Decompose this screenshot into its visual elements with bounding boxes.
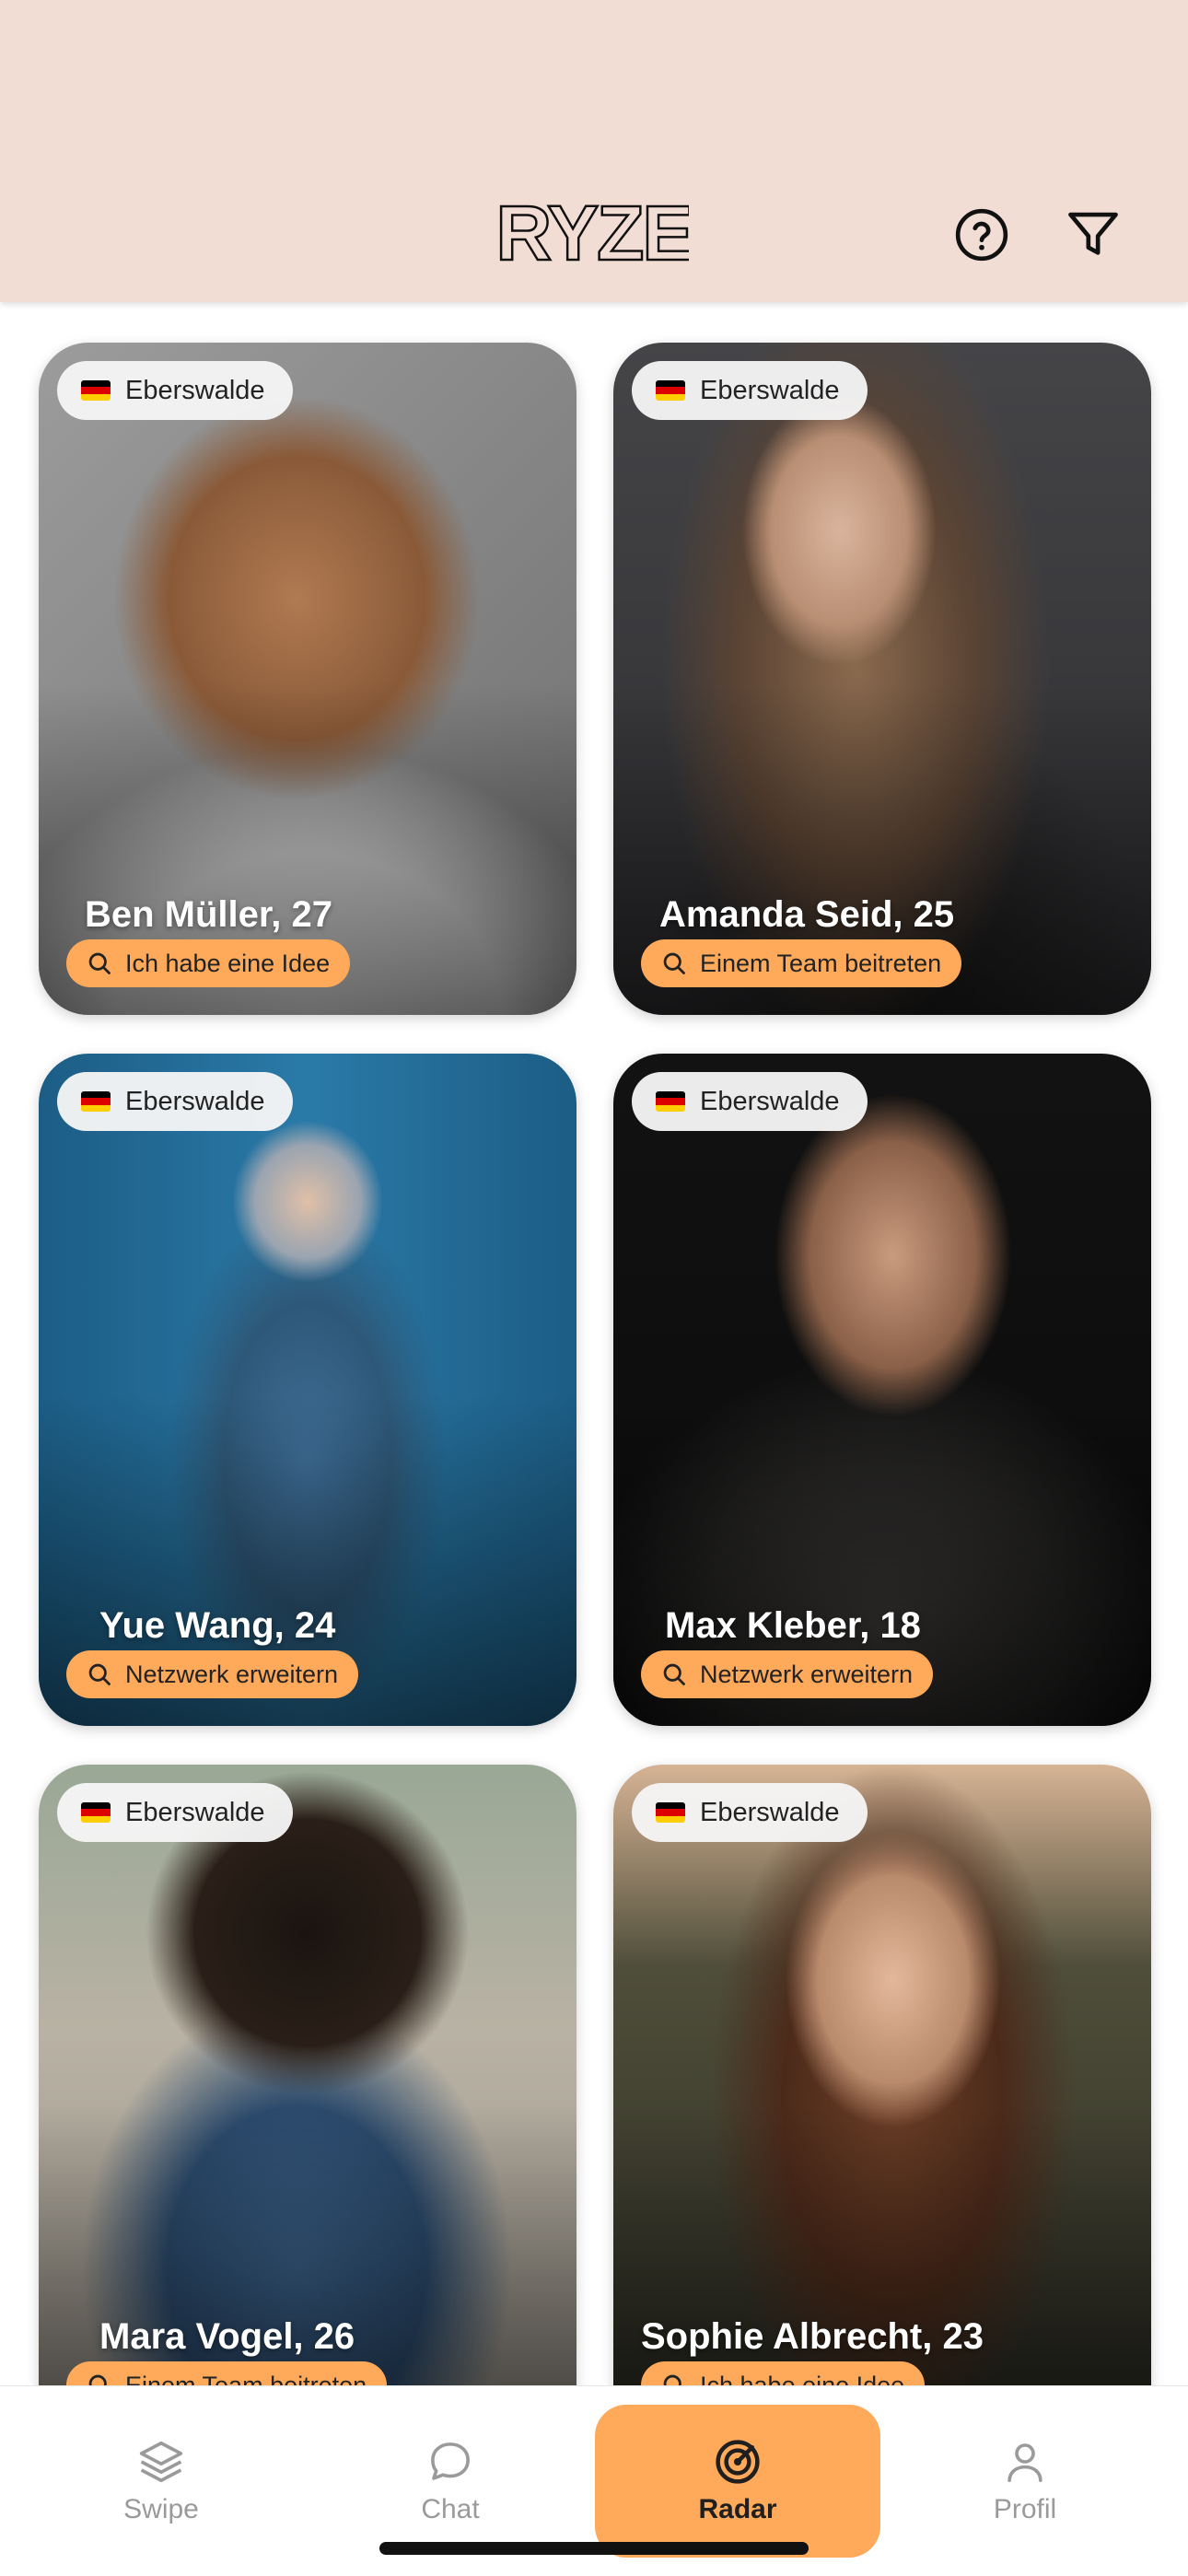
layers-icon [139,2441,183,2483]
profile-name: Ben Müller, 27 [85,894,332,935]
intent-label: Netzwerk erweitern [700,1660,914,1688]
profile-card[interactable]: Eberswalde Amanda Seid, 25 Einem Team be… [613,343,1151,1015]
help-button[interactable] [949,203,1014,267]
profile-name: Amanda Seid, 25 [659,894,955,935]
location-badge: Eberswalde [632,1783,868,1842]
profile-grid: Eberswalde Ben Müller, 27 Ich habe eine … [0,0,1188,2575]
nav-swipe[interactable]: Swipe [18,2405,304,2558]
nav-label: Radar [698,2494,777,2524]
location-label: Eberswalde [700,375,840,405]
location-label: Eberswalde [125,1797,265,1827]
location-label: Eberswalde [125,1086,265,1116]
location-badge: Eberswalde [632,361,868,420]
profile-name: Mara Vogel, 26 [99,2316,355,2357]
app-header: RYZE RYZE [0,0,1188,302]
germany-flag-icon [656,1091,685,1112]
search-icon [88,1663,111,1685]
ryze-logo: RYZE RYZE [499,195,689,267]
profile-card[interactable]: Eberswalde Sophie Albrecht, 23 Ich habe … [613,1765,1151,2437]
nav-label: Swipe [123,2494,199,2524]
profile-name: Sophie Albrecht, 23 [641,2316,984,2357]
nav-label: Profil [993,2494,1057,2524]
germany-flag-icon [81,380,111,401]
nav-profil[interactable]: Profil [882,2405,1168,2558]
chat-bubble-icon [431,2442,470,2480]
search-icon [663,952,685,974]
profile-card[interactable]: Eberswalde Max Kleber, 18 Netzwerk erwei… [613,1054,1151,1726]
location-badge: Eberswalde [57,1783,293,1842]
profile-name: Max Kleber, 18 [665,1605,921,1646]
location-label: Eberswalde [125,375,265,405]
search-icon [88,952,111,974]
intent-label: Einem Team beitreten [700,949,942,977]
radar-icon [716,2440,760,2484]
location-badge: Eberswalde [57,1072,293,1131]
home-indicator[interactable] [379,2542,809,2555]
intent-badge: Netzwerk erweitern [66,1650,359,1698]
intent-badge: Ich habe eine Idee [66,939,351,987]
location-label: Eberswalde [700,1797,840,1827]
filter-icon [1068,212,1118,255]
intent-label: Ich habe eine Idee [125,949,331,977]
intent-badge: Einem Team beitreten [641,939,962,987]
location-badge: Eberswalde [632,1072,868,1131]
intent-badge: Netzwerk erweitern [641,1650,934,1698]
help-circle-icon [955,208,1008,262]
intent-label: Netzwerk erweitern [125,1660,339,1688]
filter-button[interactable] [1061,203,1125,267]
logo-text-outline: RYZE [499,195,689,267]
germany-flag-icon [81,1802,111,1823]
nav-chat[interactable]: Chat [308,2405,593,2558]
location-label: Eberswalde [700,1086,840,1116]
germany-flag-icon [81,1091,111,1112]
profile-card[interactable]: Eberswalde Mara Vogel, 26 Einem Team bei… [39,1765,577,2437]
nav-label: Chat [421,2494,480,2524]
profile-card[interactable]: Eberswalde Yue Wang, 24 Netzwerk erweite… [39,1054,577,1726]
location-badge: Eberswalde [57,361,293,420]
search-icon [663,1663,685,1685]
germany-flag-icon [656,1802,685,1823]
germany-flag-icon [656,380,685,401]
profile-name: Yue Wang, 24 [99,1605,336,1646]
person-icon [1007,2443,1042,2483]
profile-card[interactable]: Eberswalde Ben Müller, 27 Ich habe eine … [39,343,577,1015]
nav-radar[interactable]: Radar [595,2405,880,2558]
